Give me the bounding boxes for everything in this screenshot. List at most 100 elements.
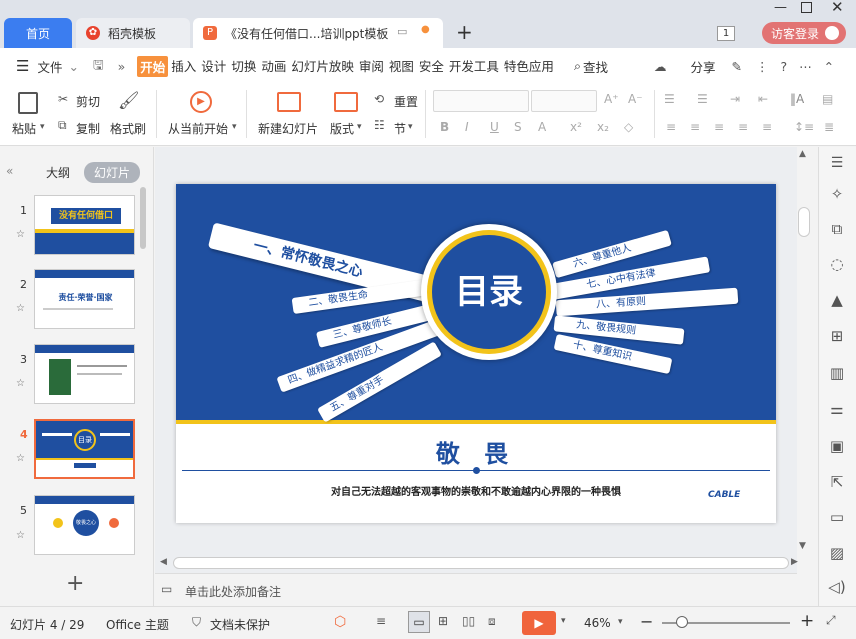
tab-features[interactable]: 特色应用: [502, 56, 556, 77]
horizontal-scrollbar[interactable]: [173, 557, 789, 569]
tab-design[interactable]: 设计: [199, 56, 228, 77]
fit-window-icon[interactable]: ⤢: [826, 613, 836, 628]
tab-security[interactable]: 安全: [417, 56, 446, 77]
tab-view[interactable]: 视图: [387, 56, 416, 77]
chevron-down-icon[interactable]: ▾: [408, 122, 413, 132]
monitor-icon[interactable]: ▭: [397, 25, 407, 38]
chevron-down-icon[interactable]: ▾: [40, 122, 45, 132]
save-icon[interactable]: 🖫: [93, 56, 104, 77]
paste-button[interactable]: 粘贴: [12, 120, 36, 137]
search-label[interactable]: 查找: [581, 57, 610, 76]
increase-font-icon[interactable]: A⁺: [604, 92, 619, 106]
pyramid-icon[interactable]: ▲: [827, 290, 847, 310]
justify-icon[interactable]: ≡: [738, 120, 748, 134]
font-color-icon[interactable]: A: [538, 120, 546, 134]
align-center-icon[interactable]: ≡: [690, 120, 700, 134]
theme-name[interactable]: Office 主题: [106, 616, 169, 633]
picture-icon[interactable]: ▨: [827, 543, 847, 563]
zoom-level[interactable]: 46%: [584, 616, 611, 630]
hamburger-icon[interactable]: ☰: [16, 57, 29, 75]
numbered-list-icon[interactable]: ☰: [697, 92, 708, 106]
outline-tab[interactable]: 大纲: [46, 164, 70, 181]
archive-icon[interactable]: ▭: [827, 507, 847, 527]
paragraph-spacing-icon[interactable]: ≣: [824, 120, 834, 134]
new-slide-button[interactable]: 新建幻灯片: [258, 120, 318, 137]
minimize-icon[interactable]: —: [774, 0, 787, 15]
normal-view-icon[interactable]: ▭: [408, 611, 430, 633]
protection-status[interactable]: 文档未保护: [210, 616, 270, 633]
layout-icon[interactable]: [334, 92, 358, 112]
edit-icon[interactable]: ✎: [731, 59, 741, 74]
font-name-select[interactable]: [433, 90, 529, 112]
slide-thumbnail-2[interactable]: 责任·荣誉·国家: [34, 269, 135, 329]
sliders-icon[interactable]: ⚌: [827, 399, 847, 419]
notes-placeholder[interactable]: 单击此处添加备注: [185, 583, 281, 600]
superscript-icon[interactable]: x²: [570, 120, 582, 134]
chevron-down-icon[interactable]: ▾: [232, 122, 237, 132]
camera-icon[interactable]: ⧈: [488, 614, 496, 629]
section-button[interactable]: 节: [394, 120, 406, 137]
scroll-left-icon[interactable]: ◀: [160, 557, 167, 567]
new-tab-button[interactable]: +: [456, 20, 473, 44]
section-icon[interactable]: ☷: [374, 118, 385, 132]
collapse-panel-icon[interactable]: «: [6, 164, 13, 178]
tab-daoke-templates[interactable]: ✿ 稻壳模板: [76, 18, 190, 48]
export-icon[interactable]: ⇱: [827, 472, 847, 492]
image-edit-icon[interactable]: ▣: [827, 436, 847, 456]
slide-thumbnail-4[interactable]: 目录: [34, 419, 135, 479]
zoom-in-icon[interactable]: +: [800, 611, 814, 631]
clear-format-icon[interactable]: ◇: [624, 120, 633, 134]
shapes-icon[interactable]: ◌: [827, 254, 847, 274]
play-slideshow-button[interactable]: ▶: [522, 611, 556, 635]
new-slide-icon[interactable]: [277, 92, 301, 112]
strikethrough-icon[interactable]: S: [514, 120, 522, 134]
chart-icon[interactable]: ▥: [827, 363, 847, 383]
search-icon[interactable]: ⌕: [574, 58, 581, 74]
sorter-view-icon[interactable]: ⊞: [438, 614, 448, 628]
audio-icon[interactable]: ◁): [827, 577, 847, 597]
scroll-right-icon[interactable]: ▶: [791, 557, 798, 567]
menu-file[interactable]: 文件: [35, 57, 64, 76]
add-slide-button[interactable]: +: [66, 571, 84, 596]
text-direction-icon[interactable]: ‖A: [790, 92, 804, 106]
format-painter-icon[interactable]: 🖌: [118, 91, 140, 111]
ai-assistant-icon[interactable]: ⬡: [334, 614, 346, 630]
vertical-scrollbar[interactable]: [798, 207, 810, 237]
current-slide[interactable]: 一、常怀敬畏之心 二、敬畏生命 三、尊敬师长 四、做精益求精的匠人 五、尊重对手…: [176, 184, 776, 523]
layout-button[interactable]: 版式: [330, 120, 354, 137]
cut-button[interactable]: 剪切: [76, 93, 100, 110]
chevron-down-icon[interactable]: ⌄: [68, 59, 78, 74]
scroll-down-icon[interactable]: ▼: [799, 541, 806, 551]
outdent-icon[interactable]: ⇤: [758, 92, 768, 106]
underline-icon[interactable]: U: [490, 120, 499, 134]
align-right-icon[interactable]: ≡: [714, 120, 724, 134]
bold-icon[interactable]: B: [440, 120, 449, 134]
slide-thumbnail-3[interactable]: [34, 344, 135, 404]
play-from-current-button[interactable]: 从当前开始: [168, 120, 228, 137]
columns-icon[interactable]: ▤: [822, 92, 833, 106]
paste-icon[interactable]: [18, 92, 38, 114]
italic-icon[interactable]: I: [465, 120, 469, 134]
zoom-out-icon[interactable]: −: [640, 612, 653, 631]
tab-transition[interactable]: 切换: [229, 56, 258, 77]
collapse-ribbon-icon[interactable]: ⌃: [824, 59, 834, 74]
chevron-down-icon[interactable]: ▾: [618, 617, 623, 627]
chevron-down-icon[interactable]: ▾: [357, 122, 362, 132]
tab-start[interactable]: 开始: [137, 55, 169, 77]
scissors-icon[interactable]: ✂: [58, 92, 68, 106]
tab-slideshow[interactable]: 幻灯片放映: [289, 56, 356, 77]
more-dots-icon[interactable]: ⋮: [756, 59, 769, 74]
reset-icon[interactable]: ⟲: [374, 92, 384, 106]
cloud-icon[interactable]: ☁: [654, 59, 667, 74]
share-button[interactable]: 分享: [688, 57, 717, 76]
distribute-icon[interactable]: ≡: [762, 120, 772, 134]
close-icon[interactable]: ✕: [831, 0, 844, 16]
slide-thumbnail-1[interactable]: 没有任何借口: [34, 195, 135, 255]
font-size-select[interactable]: [531, 90, 597, 112]
reading-view-icon[interactable]: ▯▯: [462, 614, 475, 628]
tab-insert[interactable]: 插入: [169, 56, 198, 77]
play-icon[interactable]: ▶: [190, 91, 212, 113]
window-count-badge[interactable]: 1: [717, 26, 735, 41]
scroll-up-icon[interactable]: ▲: [799, 149, 806, 159]
notes-pane[interactable]: ▭ 单击此处添加备注: [155, 573, 797, 606]
